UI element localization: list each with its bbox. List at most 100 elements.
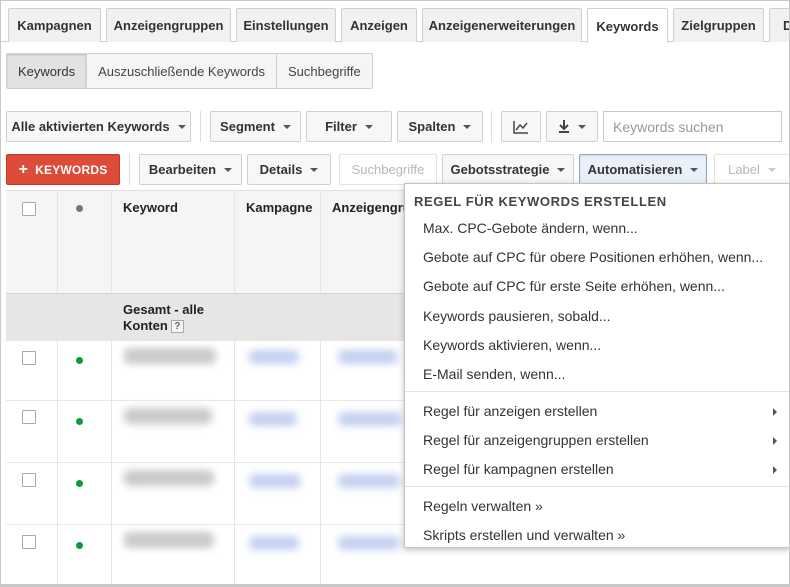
bid-strategy-label: Gebotsstrategie xyxy=(450,162,550,177)
redacted-adgroup xyxy=(338,536,400,550)
download-button[interactable] xyxy=(546,111,598,142)
menu-item-manage-rules[interactable]: Regeln verwalten » xyxy=(423,498,543,514)
status-enabled-icon xyxy=(76,542,83,549)
menu-item-enable-keywords[interactable]: Keywords aktivieren, wenn... xyxy=(423,337,601,353)
menu-item-manage-scripts[interactable]: Skripts erstellen und verwalten » xyxy=(423,527,625,543)
chevron-down-icon xyxy=(364,124,373,129)
column-divider xyxy=(320,190,321,587)
tab-keywords[interactable]: Keywords xyxy=(587,8,668,43)
tab-kampagnen[interactable]: Kampagnen xyxy=(8,8,101,42)
menu-item-ad-rule[interactable]: Regel für anzeigen erstellen xyxy=(423,403,597,419)
details-button[interactable]: Details xyxy=(247,154,331,185)
total-label-line-2: Konten xyxy=(123,318,168,333)
column-divider xyxy=(57,190,58,587)
chart-toggle-button[interactable] xyxy=(501,111,541,142)
toolbar-divider xyxy=(200,111,201,142)
redacted-campaign xyxy=(249,474,301,488)
plus-icon: + xyxy=(18,160,29,178)
column-header-adgroup[interactable]: Anzeigengrup xyxy=(332,200,404,215)
tab-more[interactable]: D xyxy=(769,8,790,42)
redacted-keyword xyxy=(124,408,212,424)
automate-dropdown-menu: REGEL FÜR KEYWORDS ERSTELLEN Max. CPC-Ge… xyxy=(404,183,790,548)
chevron-right-icon xyxy=(773,437,777,445)
chevron-down-icon xyxy=(310,167,319,172)
row-checkbox[interactable] xyxy=(22,473,36,487)
tab-anzeigengruppen[interactable]: Anzeigengruppen xyxy=(106,8,231,42)
total-label: Gesamt - alle Konten? xyxy=(123,302,204,334)
segment-label: Segment xyxy=(220,119,275,134)
row-checkbox[interactable] xyxy=(22,535,36,549)
chevron-right-icon xyxy=(773,408,777,416)
redacted-keyword xyxy=(124,470,214,486)
chevron-right-icon xyxy=(773,466,777,474)
menu-item-raise-top-position-bids[interactable]: Gebote auf CPC für obere Positionen erhö… xyxy=(423,249,763,265)
download-icon xyxy=(558,120,570,133)
status-column-icon xyxy=(76,205,83,212)
columns-button[interactable]: Spalten xyxy=(397,111,483,142)
menu-divider xyxy=(405,486,789,487)
menu-item-campaign-rule[interactable]: Regel für kampagnen erstellen xyxy=(423,461,614,477)
automate-label: Automatisieren xyxy=(587,162,683,177)
edit-button[interactable]: Bearbeiten xyxy=(139,154,242,185)
keyword-search-input[interactable] xyxy=(603,111,782,142)
label-label: Label xyxy=(728,162,760,177)
menu-item-pause-keywords[interactable]: Keywords pausieren, sobald... xyxy=(423,308,611,324)
row-checkbox[interactable] xyxy=(22,410,36,424)
columns-label: Spalten xyxy=(408,119,456,134)
chevron-down-icon xyxy=(177,124,186,129)
tab-anzeigen[interactable]: Anzeigen xyxy=(341,8,417,42)
toolbar-divider xyxy=(491,111,492,142)
chevron-down-icon xyxy=(224,167,233,172)
menu-item-send-email[interactable]: E-Mail senden, wenn... xyxy=(423,366,565,382)
toolbar-divider xyxy=(129,154,130,185)
bid-strategy-button[interactable]: Gebotsstrategie xyxy=(442,154,574,185)
line-chart-icon xyxy=(513,120,529,134)
redacted-keyword xyxy=(124,532,214,548)
edit-label: Bearbeiten xyxy=(148,162,217,177)
tab-einstellungen[interactable]: Einstellungen xyxy=(236,8,336,42)
add-keywords-button[interactable]: + KEYWORDS xyxy=(6,154,120,185)
total-label-line-1: Gesamt - alle xyxy=(123,302,204,317)
redacted-campaign xyxy=(249,412,297,426)
chevron-down-icon xyxy=(557,167,566,172)
keyword-filter-dropdown[interactable]: Alle aktivierten Keywords xyxy=(6,111,191,142)
chevron-down-icon xyxy=(463,124,472,129)
column-header-campaign[interactable]: Kampagne xyxy=(246,200,312,215)
top-tab-bar: Kampagnen Anzeigengruppen Einstellungen … xyxy=(0,0,790,43)
subtab-negative-keywords[interactable]: Auszuschließende Keywords xyxy=(87,54,277,88)
row-checkbox[interactable] xyxy=(22,351,36,365)
menu-item-raise-first-page-bids[interactable]: Gebote auf CPC für erste Seite erhöhen, … xyxy=(423,278,725,294)
subtab-search-terms[interactable]: Suchbegriffe xyxy=(277,54,372,88)
tab-anzeigenerweiterungen[interactable]: Anzeigenerweiterungen xyxy=(422,8,582,42)
status-enabled-icon xyxy=(76,357,83,364)
column-header-keyword[interactable]: Keyword xyxy=(123,200,178,215)
help-icon[interactable]: ? xyxy=(170,320,184,333)
details-label: Details xyxy=(259,162,303,177)
menu-divider xyxy=(405,391,789,392)
subtab-keywords[interactable]: Keywords xyxy=(7,54,88,88)
chevron-down-icon xyxy=(690,167,699,172)
menu-item-adgroup-rule[interactable]: Regel für anzeigengruppen erstellen xyxy=(423,432,649,448)
search-terms-button[interactable]: Suchbegriffe xyxy=(339,154,437,185)
segment-button[interactable]: Segment xyxy=(210,111,301,142)
redacted-campaign xyxy=(249,536,299,550)
chevron-down-icon xyxy=(282,124,291,129)
filter-button[interactable]: Filter xyxy=(306,111,392,142)
chevron-down-icon xyxy=(578,124,586,129)
filter-label: Filter xyxy=(325,119,357,134)
column-divider xyxy=(111,190,112,587)
sub-tab-bar: Keywords Auszuschließende Keywords Suchb… xyxy=(6,53,373,89)
label-button[interactable]: Label xyxy=(714,154,790,185)
status-enabled-icon xyxy=(76,418,83,425)
search-terms-label: Suchbegriffe xyxy=(351,162,425,177)
menu-item-change-max-cpc[interactable]: Max. CPC-Gebote ändern, wenn... xyxy=(423,220,638,236)
redacted-adgroup xyxy=(338,412,402,426)
tab-zielgruppen[interactable]: Zielgruppen xyxy=(673,8,764,42)
automate-button[interactable]: Automatisieren xyxy=(579,154,707,185)
redacted-keyword xyxy=(124,348,216,364)
add-keywords-label: KEYWORDS xyxy=(35,162,108,177)
select-all-checkbox[interactable] xyxy=(22,202,36,216)
redacted-adgroup xyxy=(338,474,400,488)
status-enabled-icon xyxy=(76,480,83,487)
column-divider xyxy=(234,190,235,587)
